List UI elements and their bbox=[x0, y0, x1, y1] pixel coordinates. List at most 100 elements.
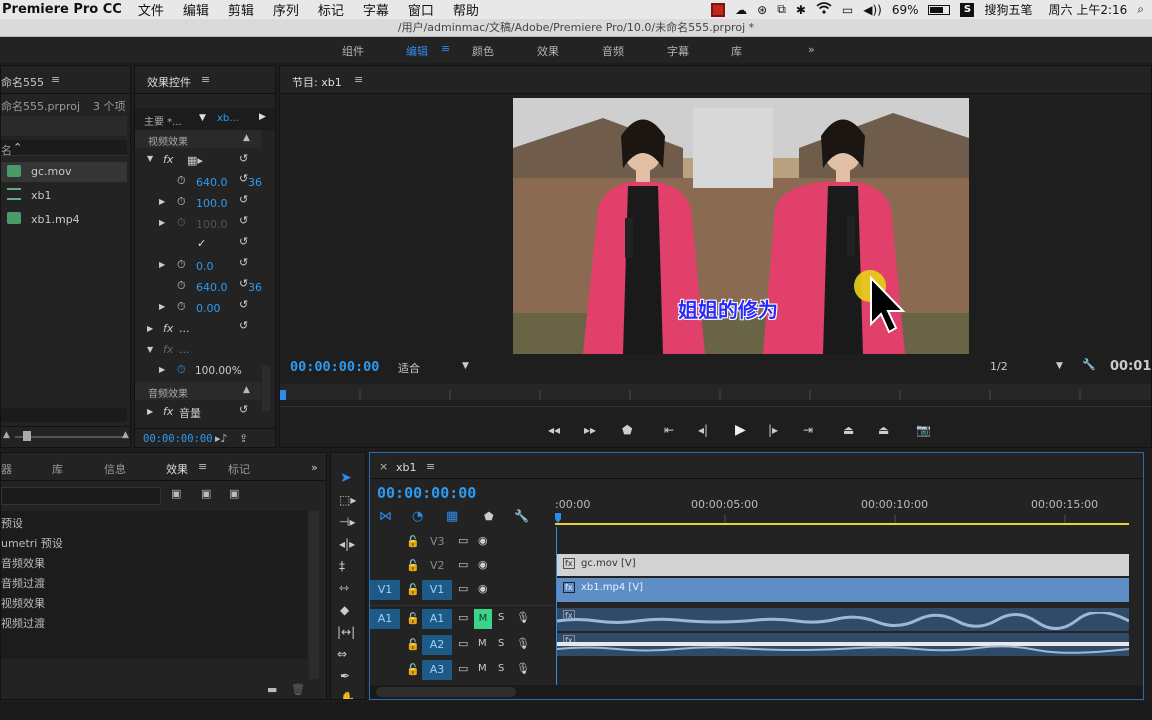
menu-title[interactable]: 字幕 bbox=[363, 0, 389, 19]
mark-in-icon[interactable]: ◂◂ bbox=[548, 423, 560, 437]
clip-xb1-mp4-video[interactable]: fx xb1.mp4 [V] bbox=[557, 578, 1129, 602]
nest-icon[interactable]: ▦ bbox=[446, 509, 458, 524]
effect-controls-tab[interactable]: 效果控件 bbox=[147, 74, 191, 90]
panel-menu-icon[interactable]: ≡ bbox=[198, 460, 207, 473]
track-label-a1[interactable]: A1 bbox=[422, 609, 452, 629]
disclosure-right-icon[interactable]: ▶ bbox=[159, 197, 165, 206]
go-to-out-icon[interactable]: ⇥ bbox=[803, 423, 813, 437]
effects-folder-audio-transitions[interactable]: 音频过渡 bbox=[1, 575, 45, 591]
disclosure-right-icon[interactable]: ▶ bbox=[147, 407, 153, 416]
zoom-slider-handle[interactable] bbox=[23, 431, 31, 441]
step-forward-icon[interactable]: |▸ bbox=[768, 423, 778, 437]
rate-stretch-tool-icon[interactable]: ‡ bbox=[339, 559, 345, 573]
stopwatch-icon[interactable]: ⏱ bbox=[177, 300, 186, 314]
battery-icon[interactable] bbox=[928, 4, 951, 15]
bluetooth-icon[interactable]: ✱ bbox=[796, 3, 806, 17]
fit-select[interactable]: 适合 bbox=[398, 360, 420, 376]
fit-dropdown-icon[interactable]: ▼ bbox=[462, 361, 469, 371]
32bit-icon[interactable]: ▣ bbox=[201, 487, 211, 500]
disclosure-right-icon[interactable]: ▶ bbox=[147, 324, 153, 333]
reset-icon[interactable]: ↺ bbox=[239, 298, 248, 311]
workspace-more-button[interactable]: » bbox=[808, 43, 815, 56]
add-marker-icon[interactable]: ⬟ bbox=[622, 423, 632, 437]
resolution-dropdown-icon[interactable]: ▼ bbox=[1056, 361, 1063, 371]
stopwatch-icon[interactable]: ⏱ bbox=[177, 258, 186, 272]
step-back-icon[interactable]: ◂| bbox=[698, 423, 708, 437]
snap-icon[interactable]: ⋈ bbox=[379, 509, 392, 524]
rotation-value[interactable]: 0.0 bbox=[196, 260, 214, 273]
effects-folder-video-transitions[interactable]: 视频过渡 bbox=[1, 615, 45, 631]
resolution-select[interactable]: 1/2 bbox=[990, 360, 1008, 373]
reset-icon[interactable]: ↺ bbox=[239, 319, 248, 332]
play-only-icon[interactable]: ▶ bbox=[259, 112, 266, 122]
mute-button[interactable]: M bbox=[478, 638, 487, 649]
camera-icon[interactable]: 📷 bbox=[916, 423, 931, 437]
lock-icon[interactable]: 🔓 bbox=[406, 583, 420, 596]
razor-tool-icon[interactable]: ⇿ bbox=[339, 581, 349, 595]
project-title[interactable]: 命名555 bbox=[1, 74, 44, 90]
menu-help[interactable]: 帮助 bbox=[453, 0, 479, 19]
slip-tool-icon[interactable]: |↔| bbox=[337, 625, 355, 639]
reset-icon[interactable]: ↺ bbox=[239, 256, 248, 269]
tab-info[interactable]: 信息 bbox=[104, 461, 126, 477]
reset-icon[interactable]: ↺ bbox=[239, 214, 248, 227]
horizontal-scrollbar[interactable] bbox=[376, 687, 516, 697]
airplay-icon[interactable]: ▭ bbox=[842, 3, 853, 17]
reset-icon[interactable]: ↺ bbox=[239, 277, 248, 290]
fx-icon[interactable]: fx bbox=[163, 153, 173, 166]
stopwatch-icon[interactable]: ⏱ bbox=[177, 195, 186, 209]
extract-icon[interactable]: ⏏ bbox=[878, 423, 889, 437]
program-tab[interactable]: 节目: xb1 bbox=[292, 74, 342, 90]
workspace-audio[interactable]: 音频 bbox=[602, 43, 624, 59]
timeline-timecode[interactable]: 00:00:00:00 bbox=[377, 484, 476, 502]
new-folder-icon[interactable]: ▬ bbox=[267, 683, 277, 696]
selection-tool-icon[interactable]: ➤ bbox=[340, 470, 352, 486]
effect-controls-timecode[interactable]: 00:00:00:00 bbox=[143, 433, 213, 445]
filter-icon[interactable]: ▸♪ bbox=[215, 432, 228, 445]
sync-lock-icon[interactable]: ▭ bbox=[458, 611, 468, 624]
menu-edit[interactable]: 编辑 bbox=[183, 0, 209, 19]
eye-icon[interactable]: ◉ bbox=[478, 582, 488, 595]
disclosure-right-icon[interactable]: ▶ bbox=[159, 218, 165, 227]
track-label-v2[interactable]: V2 bbox=[430, 559, 445, 572]
mute-button[interactable]: M bbox=[478, 663, 487, 674]
add-marker-icon[interactable]: ⬟ bbox=[484, 510, 494, 523]
disclosure-right-icon[interactable]: ▶ bbox=[159, 302, 165, 311]
workspace-libraries[interactable]: 库 bbox=[731, 43, 742, 59]
tab-markers[interactable]: 标记 bbox=[228, 461, 250, 477]
project-item-xb1[interactable]: xb1 bbox=[31, 189, 52, 202]
motion-icon[interactable]: ▦▸ bbox=[187, 154, 203, 167]
disclosure-right-icon[interactable]: ▶ bbox=[159, 260, 165, 269]
timeline-tab[interactable]: xb1 bbox=[396, 461, 417, 474]
clip-audio-a1[interactable]: fx bbox=[557, 608, 1129, 631]
volume-icon[interactable]: ◀)) bbox=[863, 3, 882, 17]
clip-audio-a2[interactable]: fx bbox=[557, 633, 1129, 656]
track-label-a2[interactable]: A2 bbox=[422, 635, 452, 655]
project-column-header[interactable]: 名 bbox=[1, 142, 12, 158]
rolling-edit-tool-icon[interactable]: ◂|▸ bbox=[339, 537, 355, 551]
lock-icon[interactable]: 🔓 bbox=[406, 612, 420, 625]
solo-button[interactable]: S bbox=[498, 663, 504, 674]
mic-icon[interactable]: 🎙 bbox=[516, 637, 530, 650]
tab-effects[interactable]: 效果 bbox=[166, 461, 188, 477]
collapse-icon[interactable]: ▲ bbox=[243, 133, 250, 143]
solo-button[interactable]: S bbox=[498, 612, 504, 623]
disclosure-right-icon[interactable]: ▶ bbox=[159, 365, 165, 374]
slide-tool-icon[interactable]: ⇔ bbox=[337, 647, 347, 661]
stopwatch-icon[interactable]: ⏱ bbox=[177, 279, 186, 293]
settings-wrench-icon[interactable]: 🔧 bbox=[514, 509, 529, 523]
ripple-edit-tool-icon[interactable]: ⊣▸ bbox=[339, 515, 355, 529]
source-patch-a1[interactable]: A1 bbox=[370, 609, 400, 629]
workspace-assembly[interactable]: 组件 bbox=[342, 43, 364, 59]
sort-up-icon[interactable]: ⌃ bbox=[13, 141, 22, 154]
uniform-scale-checkbox[interactable]: ✓ bbox=[197, 237, 206, 250]
sogou-icon[interactable]: S bbox=[960, 2, 975, 17]
play-icon[interactable]: ▶ bbox=[735, 422, 746, 438]
fx-icon[interactable]: fx bbox=[163, 322, 173, 335]
disclosure-down-icon[interactable]: ▼ bbox=[147, 345, 153, 354]
disclosure-down-icon[interactable]: ▼ bbox=[147, 154, 153, 163]
track-label-a3[interactable]: A3 bbox=[422, 660, 452, 680]
eye-icon[interactable]: ◉ bbox=[478, 558, 488, 571]
project-item-xb1mp4[interactable]: xb1.mp4 bbox=[31, 213, 80, 226]
effects-folder-presets[interactable]: 预设 bbox=[1, 515, 23, 531]
